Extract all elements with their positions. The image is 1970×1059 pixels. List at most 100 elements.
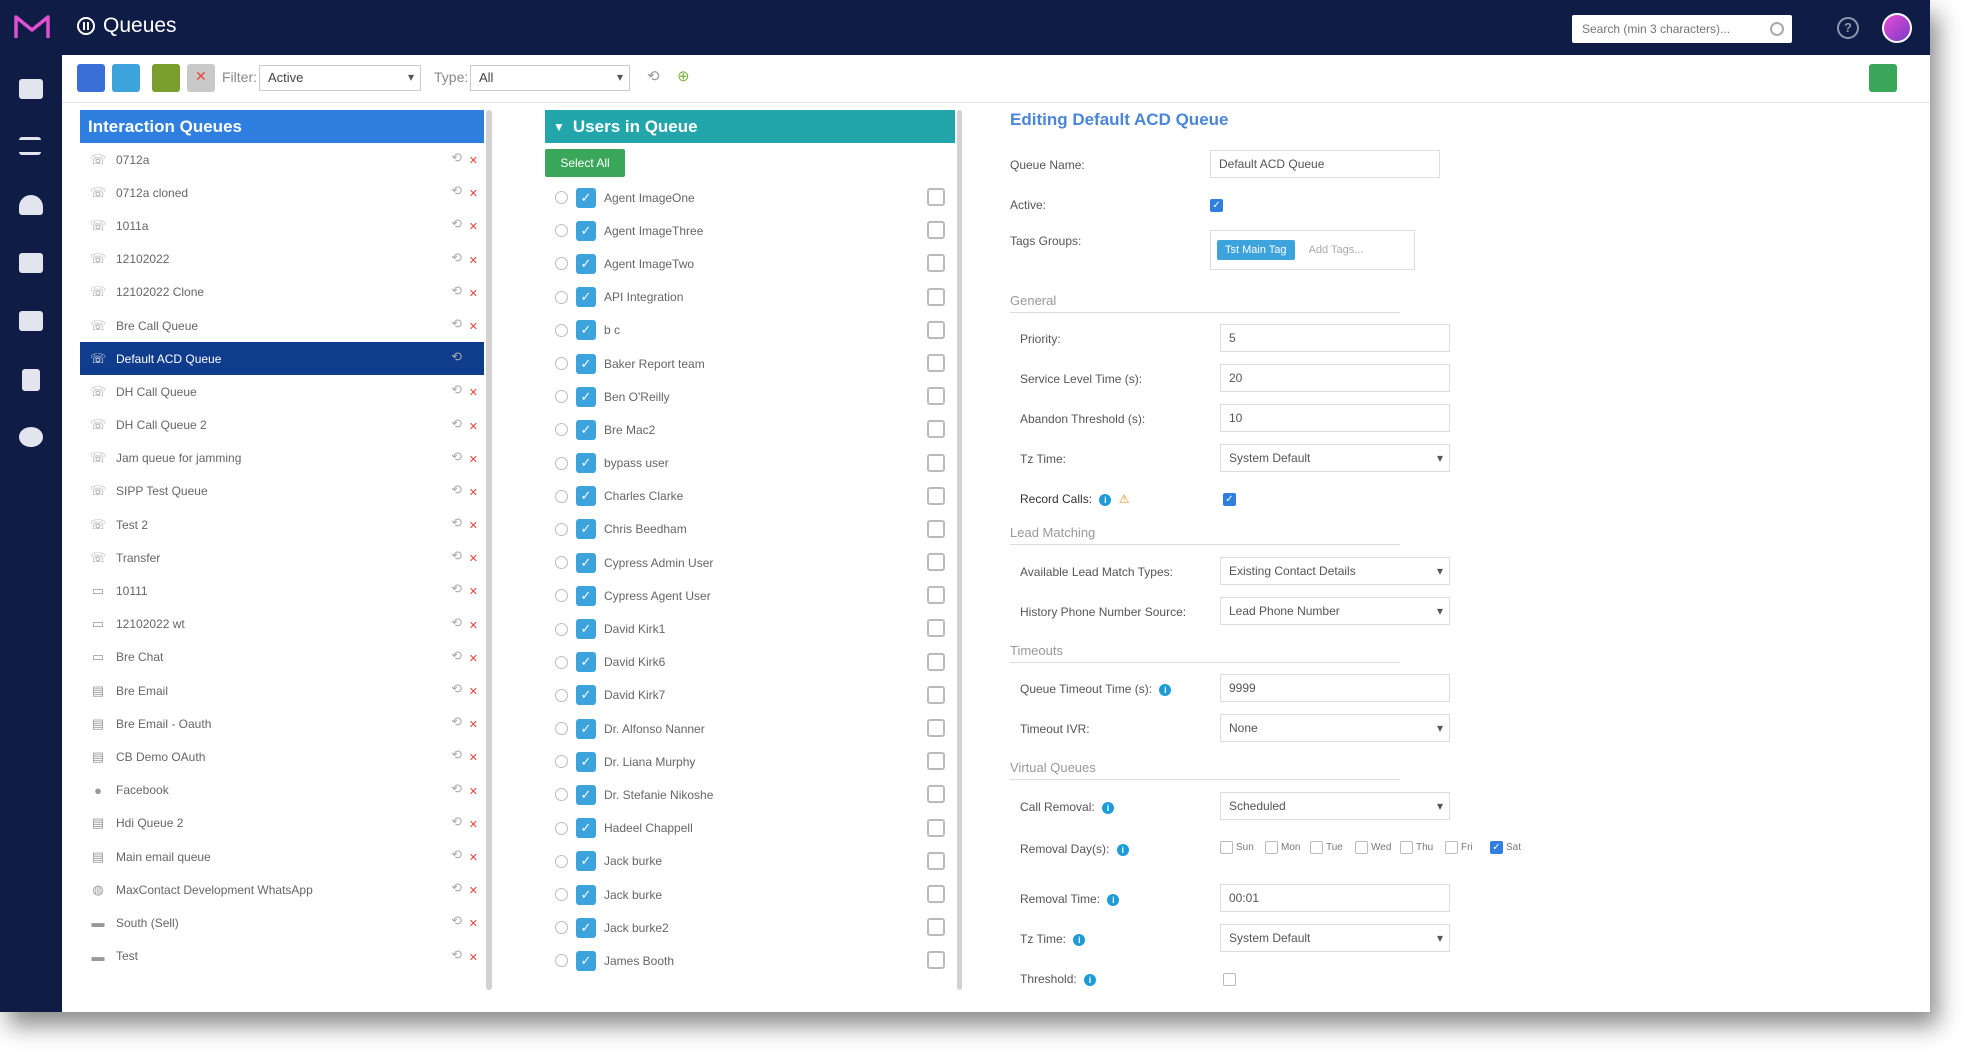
radio-circle[interactable]	[555, 357, 568, 371]
tag-filter-icon[interactable]: ⟲	[647, 69, 663, 85]
user-list-item[interactable]: ✓ Jack burke	[545, 845, 955, 878]
remove-icon[interactable]: ✕	[469, 851, 478, 864]
user-list-item[interactable]: ✓ Ben O'Reilly	[545, 380, 955, 413]
radio-circle[interactable]	[555, 622, 568, 636]
user-action-box[interactable]	[927, 884, 945, 903]
day-checkbox-thu[interactable]	[1400, 841, 1413, 854]
delete-button[interactable]: ✕	[187, 64, 215, 92]
queue-list-item[interactable]: ▬ South (Sell) ⟲ ✕	[80, 906, 484, 939]
help-icon[interactable]: ?	[1837, 17, 1859, 39]
queue-list-item[interactable]: ☏ 1011a ⟲ ✕	[80, 209, 484, 242]
radio-circle[interactable]	[555, 290, 568, 304]
queue-list-item[interactable]: ☏ 12102022 Clone ⟲ ✕	[80, 276, 484, 309]
user-checkbox[interactable]: ✓	[576, 386, 596, 407]
settings-icon[interactable]	[19, 427, 43, 447]
user-action-box[interactable]	[927, 188, 945, 206]
queue-list-item[interactable]: ☏ 0712a ⟲ ✕	[80, 143, 484, 176]
user-list-item[interactable]: ✓ b c	[545, 314, 955, 347]
queue-list-item[interactable]: ▤ Hdi Queue 2 ⟲ ✕	[80, 807, 484, 840]
active-checkbox[interactable]: ✓	[1210, 199, 1223, 212]
priority-input[interactable]: 5	[1220, 324, 1450, 352]
tag-icon[interactable]: ⟲	[451, 747, 462, 763]
user-list-item[interactable]: ✓ Dr. Liana Murphy	[545, 745, 955, 778]
radio-circle[interactable]	[555, 390, 568, 404]
user-list-item[interactable]: ✓ Cypress Agent User	[545, 579, 955, 612]
user-checkbox[interactable]: ✓	[576, 187, 596, 208]
user-checkbox[interactable]: ✓	[576, 818, 596, 839]
user-action-box[interactable]	[927, 420, 945, 439]
removal-time-input[interactable]: 00:01	[1220, 884, 1450, 912]
tag-icon[interactable]: ⟲	[451, 449, 462, 465]
remove-icon[interactable]: ✕	[469, 652, 478, 665]
user-checkbox[interactable]: ✓	[576, 287, 596, 308]
user-list-item[interactable]: ✓ David Kirk6	[545, 646, 955, 679]
queue-list-scrollbar[interactable]	[486, 110, 492, 990]
tag-icon[interactable]: ⟲	[451, 283, 462, 299]
info-icon[interactable]: i	[1084, 973, 1097, 986]
radio-circle[interactable]	[555, 854, 568, 868]
tag-icon[interactable]: ⟲	[451, 316, 462, 332]
queue-list-item[interactable]: ☏ Jam queue for jamming ⟲ ✕	[80, 442, 484, 475]
tag-icon[interactable]: ⟲	[451, 781, 462, 797]
radio-circle[interactable]	[555, 888, 568, 902]
tag-icon[interactable]: ⟲	[451, 615, 462, 631]
radio-circle[interactable]	[555, 257, 568, 271]
remove-icon[interactable]: ✕	[469, 951, 478, 964]
day-checkbox-fri[interactable]	[1445, 841, 1458, 854]
user-list-item[interactable]: ✓ Agent ImageThree	[545, 214, 955, 247]
user-action-box[interactable]	[927, 752, 945, 771]
tag-icon[interactable]: ⟲	[451, 847, 462, 863]
queue-list-item[interactable]: ▤ Main email queue ⟲ ✕	[80, 840, 484, 873]
info-icon[interactable]: i	[1116, 843, 1129, 856]
collapse-chevron-icon[interactable]: ▼	[553, 120, 565, 134]
tag-icon[interactable]: ⟲	[451, 814, 462, 830]
user-checkbox[interactable]: ✓	[576, 486, 596, 507]
user-list-item[interactable]: ✓ Jack burke2	[545, 911, 955, 944]
queue-list-item[interactable]: ☏ Transfer ⟲ ✕	[80, 541, 484, 574]
user-action-box[interactable]	[927, 221, 945, 240]
tag-icon[interactable]: ⟲	[451, 416, 462, 432]
user-action-box[interactable]	[927, 553, 945, 572]
queue-list-item[interactable]: ☏ SIPP Test Queue ⟲ ✕	[80, 475, 484, 508]
remove-icon[interactable]: ✕	[469, 751, 478, 764]
list-icon[interactable]	[19, 137, 41, 155]
remove-icon[interactable]: ✕	[469, 187, 478, 200]
queue-list-item[interactable]: ▭ 12102022 wt ⟲ ✕	[80, 608, 484, 641]
user-checkbox[interactable]: ✓	[576, 220, 596, 241]
user-list-item[interactable]: ✓ Dr. Stefanie Nikoshe	[545, 778, 955, 811]
radio-circle[interactable]	[555, 755, 568, 769]
user-action-box[interactable]	[927, 652, 945, 671]
tag-icon[interactable]: ⟲	[451, 880, 462, 896]
remove-icon[interactable]: ✕	[469, 718, 478, 731]
user-checkbox[interactable]: ✓	[576, 353, 596, 374]
history-phone-select[interactable]: Lead Phone Number	[1220, 597, 1450, 625]
queue-timeout-input[interactable]: 9999	[1220, 674, 1450, 702]
call-removal-select[interactable]: Scheduled	[1220, 792, 1450, 820]
remove-icon[interactable]: ✕	[469, 320, 478, 333]
tag-icon[interactable]: ⟲	[451, 382, 462, 398]
tag-icon[interactable]: ⟲	[451, 216, 462, 232]
user-list-item[interactable]: ✓ Hadeel Chappell	[545, 812, 955, 845]
tag-icon[interactable]: ⟲	[451, 250, 462, 266]
remove-icon[interactable]: ✕	[469, 917, 478, 930]
user-checkbox[interactable]: ✓	[576, 917, 596, 938]
user-action-box[interactable]	[927, 287, 945, 306]
radio-circle[interactable]	[555, 688, 568, 702]
abandon-threshold-input[interactable]: 10	[1220, 404, 1450, 432]
export-button[interactable]	[152, 64, 180, 92]
tag-icon[interactable]: ⟲	[451, 548, 462, 564]
save-button[interactable]	[1869, 64, 1897, 92]
user-checkbox[interactable]: ✓	[576, 718, 596, 739]
tag-icon[interactable]: ⟲	[451, 947, 462, 963]
user-list-item[interactable]: ✓ Jack burke	[545, 878, 955, 911]
remove-icon[interactable]: ✕	[469, 420, 478, 433]
user-action-box[interactable]	[927, 851, 945, 870]
user-action-box[interactable]	[927, 519, 945, 538]
user-action-box[interactable]	[927, 918, 945, 937]
user-checkbox[interactable]: ✓	[576, 419, 596, 440]
queue-list-item[interactable]: ▭ Bre Chat ⟲ ✕	[80, 641, 484, 674]
remove-icon[interactable]: ✕	[469, 884, 478, 897]
tag-add-icon[interactable]: ⊕	[677, 69, 693, 85]
tag-icon[interactable]: ⟲	[451, 515, 462, 531]
tag-icon[interactable]: ⟲	[451, 648, 462, 664]
